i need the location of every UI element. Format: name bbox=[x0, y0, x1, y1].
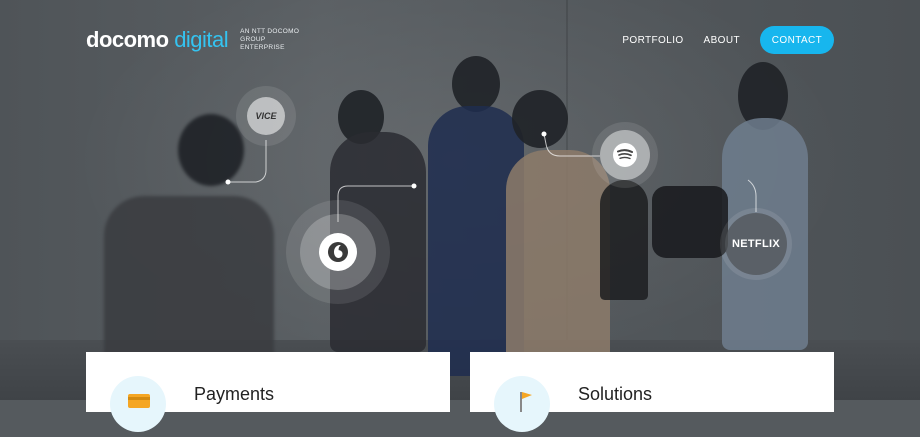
brand[interactable]: docomo digital AN NTT DOCOMO GROUP ENTER… bbox=[86, 27, 304, 53]
bubble-connectors bbox=[225, 131, 757, 222]
netflix-bubble: NETFLIX bbox=[720, 208, 792, 280]
nav-about-link[interactable]: ABOUT bbox=[704, 35, 740, 46]
solutions-card-title: Solutions bbox=[578, 384, 653, 404]
logo-tagline: AN NTT DOCOMO GROUP ENTERPRISE bbox=[240, 28, 300, 51]
logo-accent: digital bbox=[174, 27, 229, 52]
site-header: docomo digital AN NTT DOCOMO GROUP ENTER… bbox=[86, 24, 834, 56]
payments-card-title: Payments bbox=[194, 384, 275, 404]
vice-bubble: VICE bbox=[236, 86, 296, 146]
solutions-card[interactable]: Solutions bbox=[470, 352, 834, 432]
vodafone-bubble bbox=[286, 200, 390, 304]
flag-icon bbox=[494, 376, 550, 432]
nav-portfolio-link[interactable]: PORTFOLIO bbox=[622, 35, 683, 46]
main-nav: PORTFOLIO ABOUT CONTACT bbox=[622, 26, 834, 54]
vodafone-icon bbox=[319, 233, 357, 271]
vice-logo: VICE bbox=[247, 97, 285, 135]
spotify-icon bbox=[613, 143, 637, 167]
logo-main: docomo bbox=[86, 27, 169, 52]
vice-logo-text: VICE bbox=[255, 111, 277, 121]
spotify-bubble bbox=[592, 122, 658, 188]
contact-button[interactable]: CONTACT bbox=[760, 26, 834, 54]
docomo-digital-logo[interactable]: docomo digital bbox=[86, 27, 229, 53]
payments-icon bbox=[110, 376, 166, 432]
payments-card[interactable]: Payments bbox=[86, 352, 450, 432]
netflix-logo-text: NETFLIX bbox=[732, 238, 780, 250]
